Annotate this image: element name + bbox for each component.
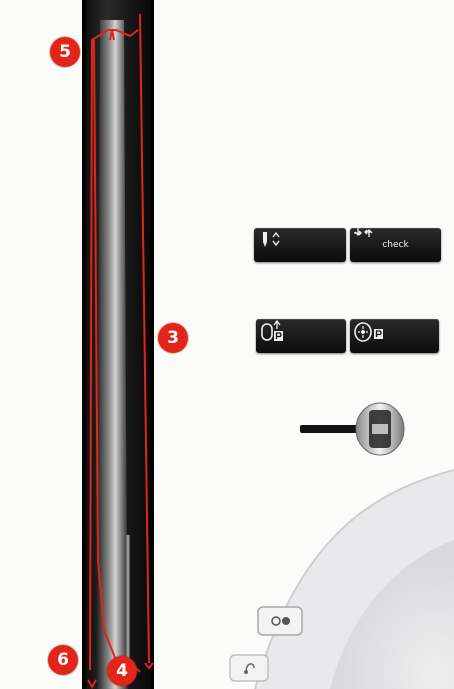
- pattern-start-icon: [354, 322, 383, 342]
- channel-left-edge: [82, 0, 86, 689]
- presser-foot-up-button: [256, 319, 346, 353]
- pattern-start-button: [350, 319, 439, 353]
- callout-6: 6: [48, 645, 78, 675]
- callout-3: 3: [158, 323, 188, 353]
- bobbin-winder-button: [229, 654, 269, 682]
- needle-up-down-button: [254, 228, 346, 262]
- needle-up-down-icon: [263, 231, 280, 247]
- check-button: check: [350, 228, 441, 262]
- callout-5: 5: [50, 37, 80, 67]
- channel-right-edge: [150, 0, 154, 689]
- callout-4: 4: [107, 656, 137, 686]
- check-label: check: [382, 239, 409, 250]
- check-arrows-lower-icon: [354, 229, 373, 237]
- sewing-machine-threading-photo: check 5 3 6 4: [0, 0, 454, 689]
- presser-foot-up-icon: [261, 319, 283, 341]
- speed-slider-highlight: [372, 424, 388, 434]
